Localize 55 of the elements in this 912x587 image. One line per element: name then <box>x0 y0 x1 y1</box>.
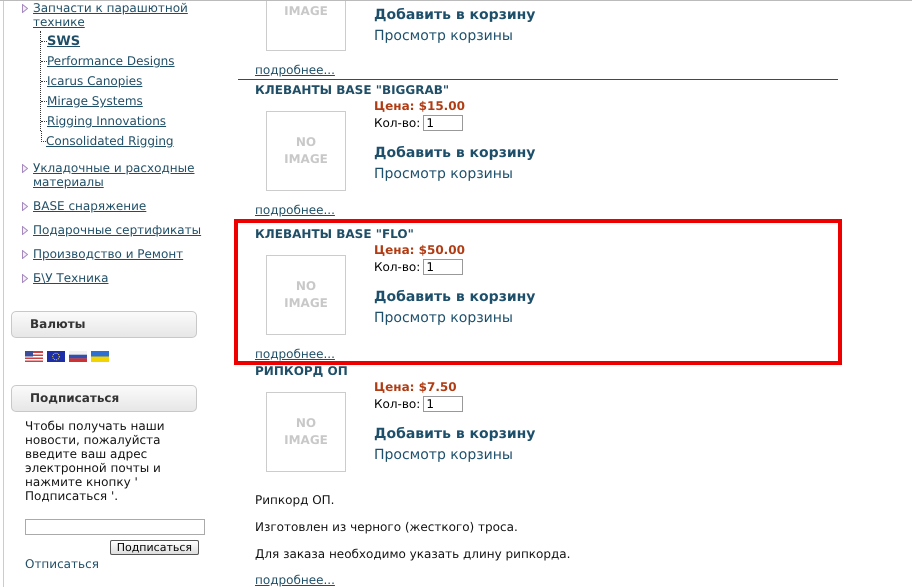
triangle-icon <box>22 226 28 235</box>
category-link[interactable]: Производство и Ремонт <box>33 247 213 261</box>
triangle-icon <box>22 250 28 259</box>
view-cart-link[interactable]: Просмотр корзины <box>374 447 513 467</box>
add-to-cart-link[interactable]: Добавить в корзину <box>374 426 536 447</box>
panel-header: Подписаться <box>11 385 197 412</box>
subscribe-text: Чтобы получать наши новости, пожалуйста введите ваш адрес электронной почты и нажмите кнопку ' Подписаться '. <box>25 419 166 503</box>
description-text: Для заказа необходимо указать длину рипкорда. <box>255 548 572 561</box>
add-to-cart-link[interactable]: Добавить в корзину <box>374 289 536 310</box>
product-title[interactable]: КЛЕВАНТЫ BASE "BIGGRAB" <box>255 83 838 99</box>
triangle-icon <box>22 274 28 283</box>
flag-icon[interactable] <box>47 351 65 362</box>
view-cart-link[interactable]: Просмотр корзины <box>374 310 513 330</box>
email-field[interactable] <box>25 519 205 535</box>
subcategory-link[interactable]: Icarus Canopies <box>47 74 142 88</box>
price-text: Цена: $50.00 <box>374 243 465 259</box>
quantity-label: Кол-во: <box>374 397 420 411</box>
product-title[interactable]: РИПКОРД ОП <box>255 364 838 380</box>
quantity-field[interactable]: 1 <box>423 115 464 131</box>
triangle-icon <box>22 164 28 173</box>
more-link[interactable]: подробнее... <box>255 347 335 361</box>
subcategory-link[interactable]: SWS <box>47 34 80 48</box>
subcategory-link[interactable]: Consolidated Rigging <box>46 134 174 148</box>
category-link[interactable]: BASE снаряжение <box>33 199 213 213</box>
quantity-field[interactable]: 1 <box>423 259 464 275</box>
panel-header: Валюты <box>11 311 197 338</box>
category-link[interactable]: Запчасти к парашютной технике <box>33 1 213 29</box>
more-link[interactable]: подробнее... <box>255 573 335 587</box>
subcategory-link[interactable]: Mirage Systems <box>47 94 143 108</box>
category-link[interactable]: Б\У Техника <box>33 271 213 285</box>
quantity-label: Кол-во: <box>374 260 420 274</box>
flag-icon[interactable] <box>91 351 109 362</box>
add-to-cart-link[interactable]: Добавить в корзину <box>374 7 536 28</box>
more-link[interactable]: подробнее... <box>255 63 335 77</box>
subscribe-button[interactable]: Подписаться <box>110 540 199 555</box>
add-to-cart-link[interactable]: Добавить в корзину <box>374 145 536 166</box>
flag-icon[interactable] <box>25 351 43 362</box>
description-text: Рипкорд ОП. <box>255 494 336 507</box>
quantity-field[interactable]: 1 <box>423 396 464 412</box>
price-text: Цена: $7.50 <box>374 380 457 396</box>
triangle-icon <box>22 202 28 211</box>
quantity-label: Кол-во: <box>374 116 420 130</box>
category-link[interactable]: Подарочные сертификаты <box>33 223 213 237</box>
category-link[interactable]: Укладочные и расходные материалы <box>33 161 213 189</box>
subcategory-link[interactable]: Performance Designs <box>47 54 175 68</box>
flag-icon[interactable] <box>69 351 87 362</box>
view-cart-link[interactable]: Просмотр корзины <box>374 166 513 186</box>
unsubscribe-link[interactable]: Отписаться <box>25 557 236 571</box>
subcategory-link[interactable]: Rigging Innovations <box>47 114 166 128</box>
description-text: Изготовлен из черного (жесткого) троса. <box>255 521 519 534</box>
view-cart-link[interactable]: Просмотр корзины <box>374 28 513 48</box>
triangle-icon <box>22 4 28 13</box>
price-text: Цена: $15.00 <box>374 99 465 115</box>
more-link[interactable]: подробнее... <box>255 203 335 217</box>
product-title[interactable]: КЛЕВАНТЫ BASE "FLO" <box>255 227 838 243</box>
